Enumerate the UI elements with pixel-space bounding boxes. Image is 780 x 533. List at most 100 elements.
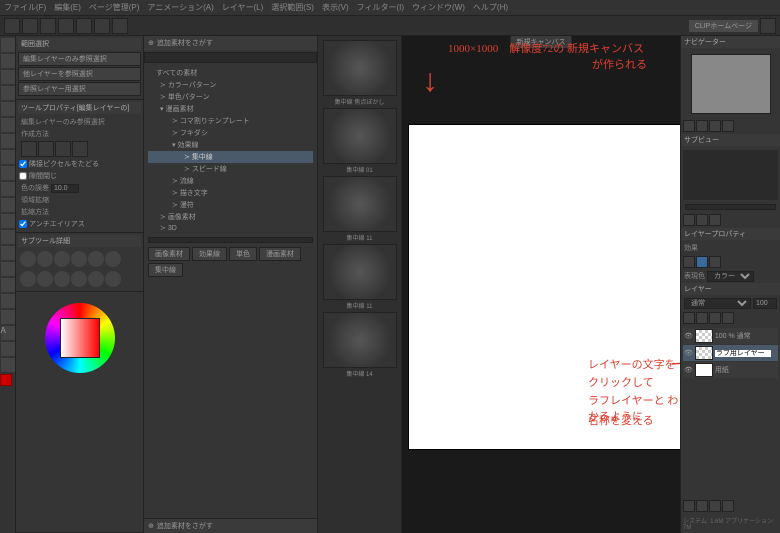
close-gap-check[interactable]: 隙間閉じ <box>18 170 141 182</box>
brush-preset-12[interactable] <box>105 271 121 287</box>
layer-clip-icon[interactable] <box>696 312 708 324</box>
mat-thumb-4[interactable] <box>323 244 397 300</box>
delete-layer-icon[interactable] <box>709 500 721 512</box>
layer-row-1[interactable]: 👁 100 % 通常 <box>683 328 778 344</box>
select-tool-icon[interactable] <box>1 70 15 84</box>
filter-mono[interactable]: 単色 <box>229 247 257 261</box>
brush-preset-6[interactable] <box>105 251 121 267</box>
nav-zoom-in-icon[interactable] <box>696 120 708 132</box>
balloon-tool-icon[interactable] <box>1 342 15 356</box>
tree-frame-template[interactable]: ≻ コマ割りテンプレート <box>148 115 313 127</box>
filter-effect[interactable]: 効果線 <box>192 247 227 261</box>
color-diff-input[interactable] <box>51 184 79 193</box>
menu-edit[interactable]: 編集(E) <box>54 2 81 13</box>
brush-preset-9[interactable] <box>54 271 70 287</box>
navigator-preview[interactable] <box>691 54 771 114</box>
tree-draw-text[interactable]: ≻ 描き文字 <box>148 187 313 199</box>
material-search-input[interactable] <box>144 52 317 63</box>
brush-tool-icon[interactable] <box>1 166 15 180</box>
brush-preset-1[interactable] <box>20 251 36 267</box>
sv-btn-2[interactable] <box>696 214 708 226</box>
eye-icon[interactable]: 👁 <box>684 332 693 340</box>
mat-thumb-2[interactable] <box>323 108 397 164</box>
tb-open-icon[interactable] <box>22 18 38 34</box>
subview-area[interactable] <box>683 150 778 200</box>
effect-icon-3[interactable] <box>709 256 721 268</box>
mode-icon-4[interactable] <box>72 141 88 157</box>
tree-stream-line[interactable]: ≻ 流線 <box>148 175 313 187</box>
nav-zoom-out-icon[interactable] <box>683 120 695 132</box>
brush-preset-4[interactable] <box>71 251 87 267</box>
figure-tool-icon[interactable] <box>1 278 15 292</box>
pencil-tool-icon[interactable] <box>1 150 15 164</box>
menu-view[interactable]: 表示(V) <box>322 2 349 13</box>
brush-preset-8[interactable] <box>37 271 53 287</box>
brush-preset-2[interactable] <box>37 251 53 267</box>
new-folder-icon[interactable] <box>696 500 708 512</box>
tb-save-icon[interactable] <box>40 18 56 34</box>
tree-balloon[interactable]: ≻ フキダシ <box>148 127 313 139</box>
effect-icon-2[interactable] <box>696 256 708 268</box>
menu-page[interactable]: ページ管理(P) <box>89 2 140 13</box>
layer-ref-icon[interactable] <box>709 312 721 324</box>
tree-image-mat[interactable]: ≻ 画像素材 <box>148 211 313 223</box>
mat-thumb-5[interactable] <box>323 312 397 368</box>
select-btn-2[interactable]: 他レイヤーを参照選択 <box>18 67 141 81</box>
menu-filter[interactable]: フィルター(I) <box>357 2 404 13</box>
move-tool-icon[interactable] <box>1 54 15 68</box>
tree-color-pattern[interactable]: ≻ カラーパターン <box>148 79 313 91</box>
filter-manga[interactable]: 漫画素材 <box>259 247 301 261</box>
wand-tool-icon[interactable] <box>1 102 15 116</box>
mode-icon-3[interactable] <box>55 141 71 157</box>
color-mode-select[interactable]: カラー <box>707 271 754 282</box>
new-layer-icon[interactable] <box>683 500 695 512</box>
canvas-tab[interactable]: 新規キャンバス <box>511 36 572 48</box>
airbrush-tool-icon[interactable] <box>1 182 15 196</box>
menu-select[interactable]: 選択範囲(S) <box>271 2 314 13</box>
frame-tool-icon[interactable] <box>1 294 15 308</box>
layer-lock-icon[interactable] <box>683 312 695 324</box>
brush-preset-3[interactable] <box>54 251 70 267</box>
lasso-tool-icon[interactable] <box>1 86 15 100</box>
select-btn-3[interactable]: 参照レイヤー用選択 <box>18 82 141 96</box>
tree-scrollbar[interactable] <box>148 237 313 243</box>
blend-mode-select[interactable]: 通常 <box>684 298 751 309</box>
nav-fit-icon[interactable] <box>709 120 721 132</box>
menu-file[interactable]: ファイル(F) <box>4 2 46 13</box>
mode-icon-2[interactable] <box>38 141 54 157</box>
ruler-tool-icon[interactable] <box>1 310 15 324</box>
material-footer-label[interactable]: 追加素材をさがす <box>157 521 213 531</box>
fill-tool-icon[interactable] <box>1 246 15 260</box>
brush-preset-10[interactable] <box>71 271 87 287</box>
tb-redo-icon[interactable] <box>76 18 92 34</box>
canvas[interactable] <box>408 124 680 450</box>
mat-thumb-1[interactable] <box>323 40 397 96</box>
tree-speed-line[interactable]: ≻ スピード線 <box>148 163 313 175</box>
layer-row-2[interactable]: 👁 <box>683 345 778 361</box>
tree-manga[interactable]: ▾ 漫画素材 <box>148 103 313 115</box>
filter-focus[interactable]: 集中線 <box>148 263 183 277</box>
foreground-color[interactable] <box>0 374 12 386</box>
eyedropper-tool-icon[interactable] <box>1 118 15 132</box>
tree-manpu[interactable]: ≻ 漫符 <box>148 199 313 211</box>
brush-preset-11[interactable] <box>88 271 104 287</box>
opacity-input[interactable] <box>753 298 777 309</box>
menu-help[interactable]: ヘルプ(H) <box>473 2 508 13</box>
layer-draft-icon[interactable] <box>722 312 734 324</box>
filter-image[interactable]: 画像素材 <box>148 247 190 261</box>
effect-icon-1[interactable] <box>683 256 695 268</box>
eraser-tool-icon[interactable] <box>1 214 15 228</box>
text-tool-icon[interactable]: A <box>1 326 15 340</box>
menu-anim[interactable]: アニメーション(A) <box>147 2 213 13</box>
tree-all[interactable]: すべての素材 <box>148 67 313 79</box>
pen-tool-icon[interactable] <box>1 134 15 148</box>
gradient-tool-icon[interactable] <box>1 262 15 276</box>
eye-icon[interactable]: 👁 <box>684 349 693 357</box>
tree-mono-pattern[interactable]: ≻ 単色パターン <box>148 91 313 103</box>
menu-layer[interactable]: レイヤー(L) <box>222 2 264 13</box>
layer-row-3[interactable]: 👁 用紙 <box>683 362 778 378</box>
tree-effect-line[interactable]: ▾ 効果線 <box>148 139 313 151</box>
eye-icon[interactable]: 👁 <box>684 366 693 374</box>
sv-btn-3[interactable] <box>709 214 721 226</box>
tb-undo-icon[interactable] <box>58 18 74 34</box>
